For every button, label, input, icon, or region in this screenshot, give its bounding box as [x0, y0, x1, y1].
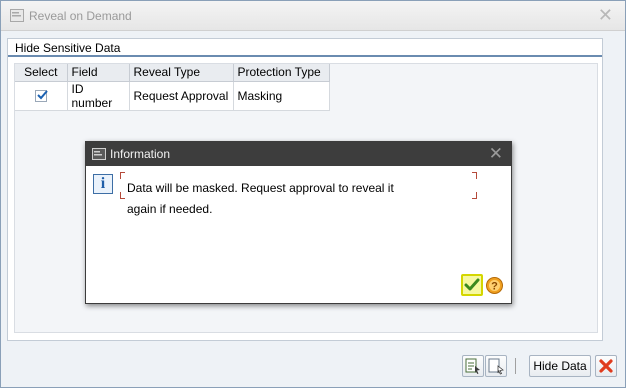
group-header: Hide Sensitive Data — [8, 39, 602, 57]
help-button[interactable]: ? — [485, 276, 504, 295]
message-line-1: Data will be masked. Request approval to… — [127, 181, 394, 195]
message-text: Data will be masked. Request approval to… — [127, 178, 417, 220]
dialog-window-icon — [92, 148, 106, 160]
ok-button[interactable] — [461, 274, 483, 296]
select-cell[interactable] — [15, 81, 68, 111]
dialog-titlebar: Information ✕ — [86, 142, 511, 166]
field-cell: ID number — [67, 81, 130, 111]
group-title: Hide Sensitive Data — [15, 41, 121, 55]
toolbar-separator — [515, 358, 516, 374]
sensitive-fields-table: Select Field Reveal Type Protection Type — [15, 64, 330, 111]
select-all-button[interactable] — [462, 355, 484, 377]
info-icon: i — [93, 174, 113, 194]
column-header-reveal-type[interactable]: Reveal Type — [129, 64, 234, 82]
dialog-title: Information — [110, 147, 171, 161]
column-header-select[interactable]: Select — [15, 64, 68, 82]
message-line-2: again if needed. — [127, 202, 213, 216]
column-header-protection-type[interactable]: Protection Type — [233, 64, 330, 82]
checkmark-icon — [464, 278, 480, 291]
select-checkbox[interactable] — [34, 90, 48, 103]
focus-bracket — [472, 172, 477, 179]
table-row[interactable]: ID number Request Approval Masking — [15, 81, 330, 111]
window-icon — [10, 9, 24, 22]
cancel-button[interactable] — [595, 355, 617, 377]
focus-bracket — [120, 192, 125, 199]
checkmark-icon — [37, 90, 48, 100]
reveal-type-cell: Request Approval — [129, 81, 234, 111]
deselect-all-icon — [488, 358, 504, 375]
dialog-message: Data will be masked. Request approval to… — [120, 172, 480, 216]
focus-bracket — [120, 172, 125, 179]
dialog-close-icon[interactable]: ✕ — [489, 144, 503, 164]
help-icon: ? — [486, 277, 503, 294]
focus-bracket — [472, 192, 477, 199]
information-dialog: Information ✕ i Data will be masked. Req… — [85, 141, 512, 304]
protection-type-cell: Masking — [233, 81, 330, 111]
cancel-icon — [599, 359, 613, 373]
column-header-field[interactable]: Field — [67, 64, 130, 82]
window-close-icon[interactable]: ✕ — [598, 5, 613, 25]
table-header-row: Select Field Reveal Type Protection Type — [15, 64, 330, 82]
reveal-on-demand-window: Reveal on Demand ✕ Hide Sensitive Data S… — [0, 0, 626, 388]
window-titlebar: Reveal on Demand ✕ — [1, 1, 625, 31]
window-title: Reveal on Demand — [29, 9, 132, 23]
deselect-all-button[interactable] — [485, 355, 507, 377]
hide-data-button[interactable]: Hide Data — [529, 355, 591, 377]
svg-text:?: ? — [491, 281, 498, 293]
select-all-icon — [465, 358, 480, 374]
